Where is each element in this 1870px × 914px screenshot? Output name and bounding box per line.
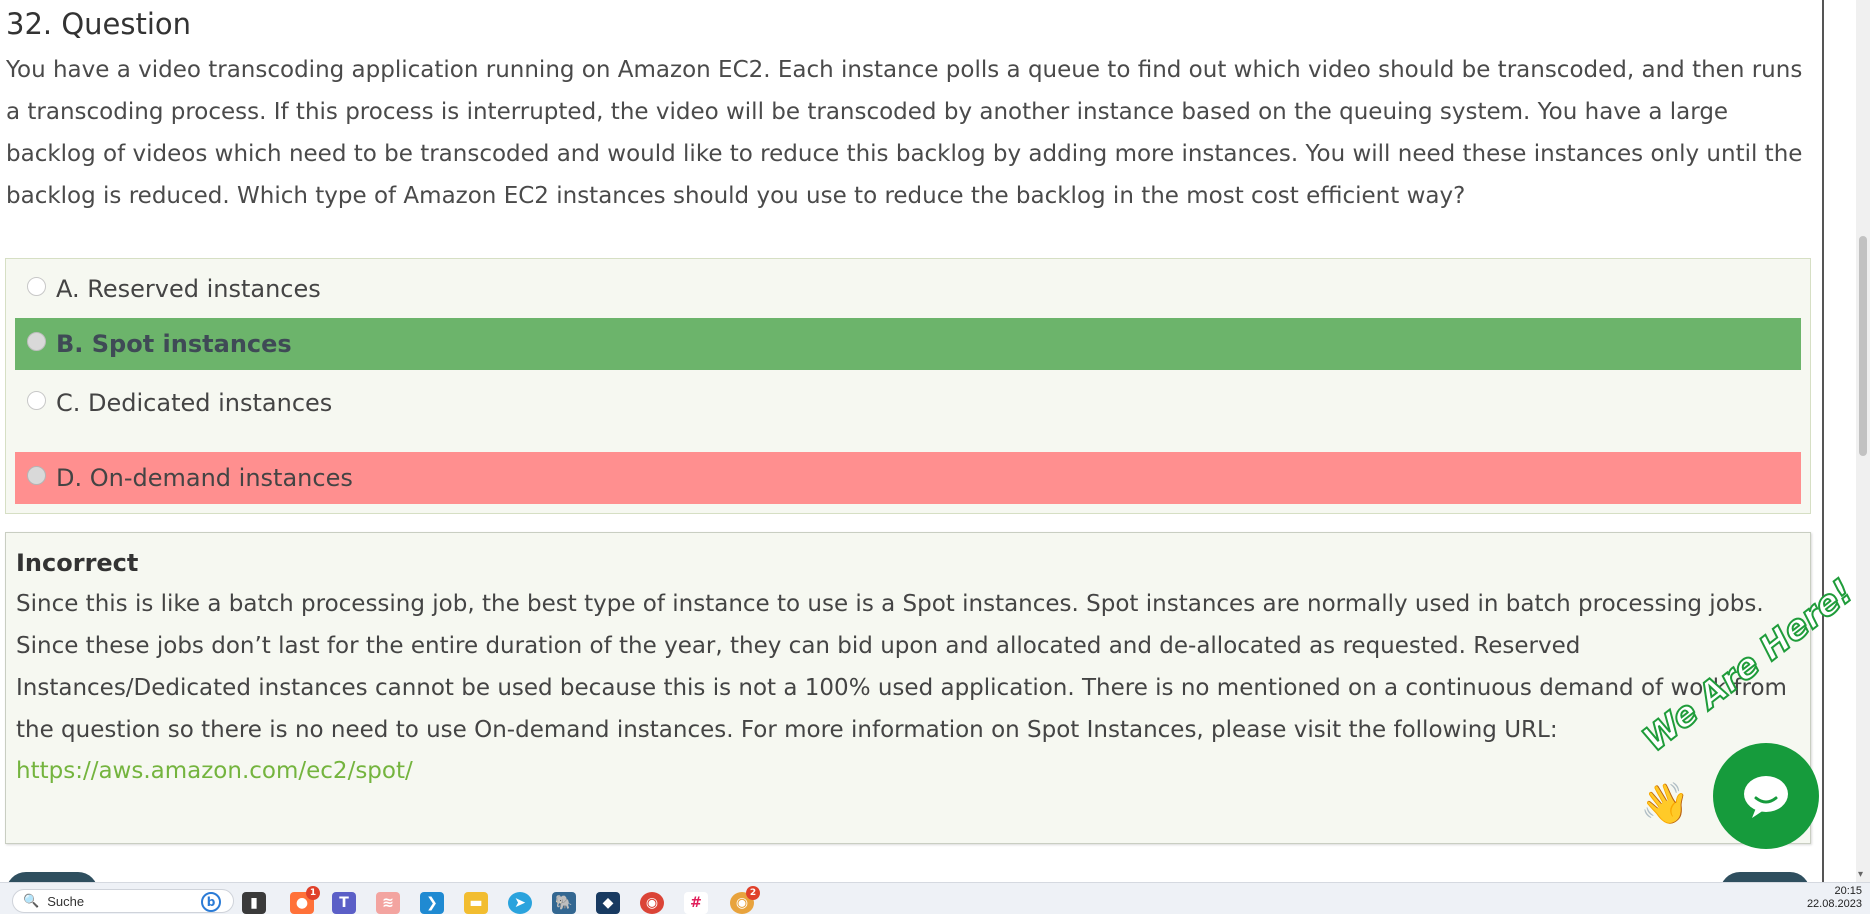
explanation-text: Since this is like a batch processing jo… — [16, 591, 1787, 743]
chrome-canary-badge: 2 — [746, 886, 760, 900]
slack-icon[interactable]: # — [684, 892, 708, 914]
chrome-canary-icon[interactable]: ◉ 2 — [730, 886, 760, 914]
option-c-radio[interactable] — [27, 390, 46, 410]
clock-date: 22.08.2023 — [1806, 898, 1862, 910]
option-b-radio[interactable] — [27, 331, 46, 351]
stack-icon[interactable]: ≋ — [376, 892, 400, 914]
option-a-radio[interactable] — [27, 276, 46, 296]
option-a[interactable]: A. Reserved instances — [15, 263, 1801, 315]
option-c-label: C. Dedicated instances — [56, 389, 333, 417]
result-status: Incorrect — [16, 549, 139, 577]
search-label: Suche — [47, 893, 85, 909]
spot-instances-link[interactable]: https://aws.amazon.com/ec2/spot/ — [16, 758, 413, 784]
vscode-icon[interactable]: ❯ — [420, 892, 444, 914]
option-a-label: A. Reserved instances — [56, 275, 321, 303]
taskbar-search[interactable]: 🔍 Suche b — [12, 889, 234, 913]
option-d[interactable]: D. On-demand instances — [15, 452, 1801, 504]
chat-bubble-icon — [1744, 776, 1788, 818]
postgres-icon[interactable]: 🐘 — [552, 892, 576, 914]
firefox-badge: 1 — [306, 886, 320, 900]
teams-icon[interactable]: T — [332, 892, 356, 914]
file-explorer-icon[interactable]: ▬ — [464, 892, 488, 914]
firefox-icon[interactable]: ● 1 — [290, 886, 320, 914]
option-b[interactable]: B. Spot instances — [15, 318, 1801, 370]
telegram-icon[interactable]: ➤ — [508, 892, 532, 914]
option-b-label: B. Spot instances — [56, 330, 292, 358]
scrollbar-thumb[interactable] — [1859, 236, 1867, 456]
virtualbox-icon[interactable]: ◆ — [596, 892, 620, 914]
clock-time: 20:15 — [1834, 885, 1862, 897]
windows-taskbar: 🔍 Suche b ▮ ● 1 T ≋ ❯ ▬ ➤ 🐘 ◆ ◉ # ◉ 2 20:1… — [0, 882, 1870, 914]
chrome-icon[interactable]: ◉ — [640, 892, 664, 914]
answer-options: A. Reserved instances B. Spot instances … — [5, 258, 1811, 514]
task-view-icon[interactable]: ▮ — [242, 892, 266, 914]
question-title: 32. Question — [6, 7, 192, 41]
search-icon: 🔍 — [23, 893, 40, 909]
scroll-down-icon[interactable]: ▾ — [1858, 869, 1863, 880]
option-d-radio[interactable] — [27, 465, 46, 485]
bing-icon[interactable]: b — [201, 892, 221, 912]
option-d-label: D. On-demand instances — [56, 464, 353, 492]
option-c[interactable]: C. Dedicated instances — [15, 377, 1801, 429]
chat-open-button[interactable] — [1713, 743, 1819, 849]
explanation-panel: Incorrect Since this is like a batch pro… — [5, 532, 1811, 844]
question-text: You have a video transcoding application… — [6, 57, 1803, 209]
quiz-page: 32. Question You have a video transcodin… — [0, 0, 1822, 912]
chat-widget[interactable]: We Are Here! 👋 — [1634, 570, 1862, 849]
waving-hand-icon: 👋 — [1640, 781, 1690, 827]
system-clock[interactable]: 20:15 22.08.2023 — [1807, 885, 1862, 911]
